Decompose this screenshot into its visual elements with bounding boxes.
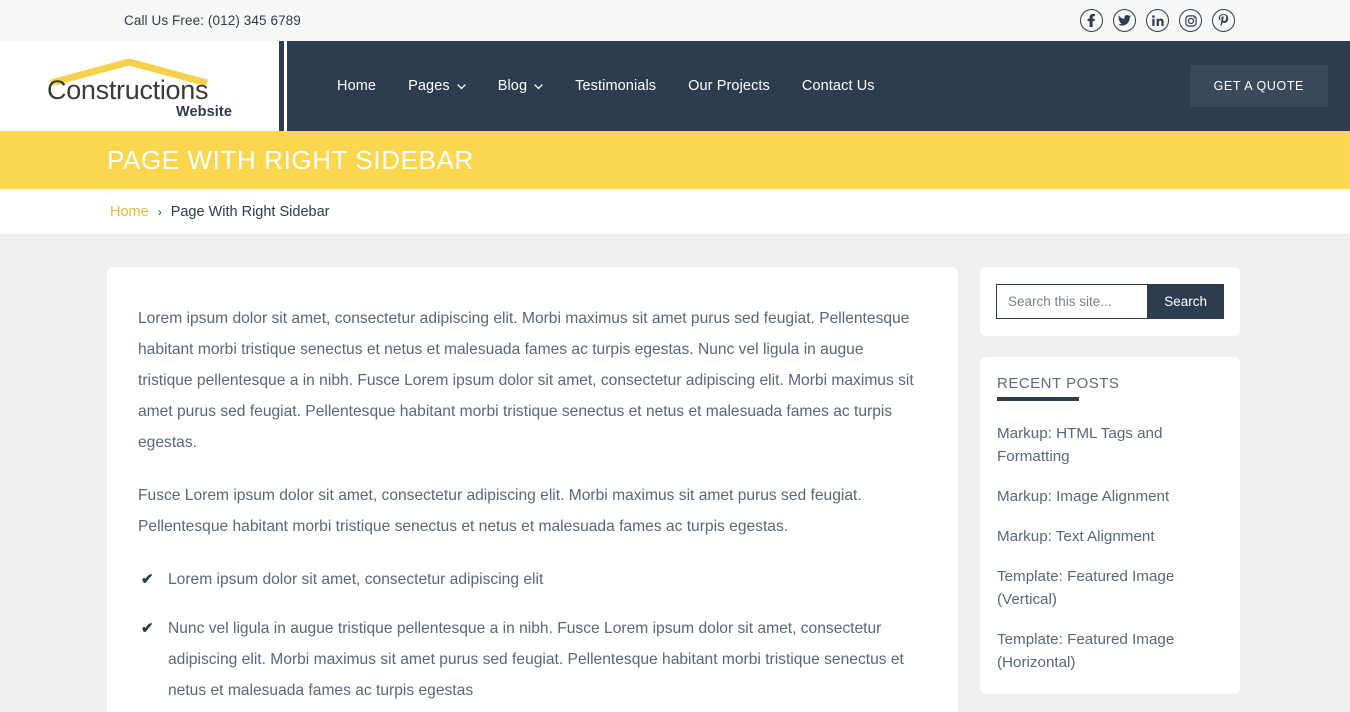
widget-title: RECENT POSTS <box>997 375 1223 401</box>
right-sidebar: Search RECENT POSTS Markup: HTML Tags an… <box>980 267 1240 712</box>
site-header: Constructions Website Home Pages Blog Te… <box>0 41 1350 131</box>
nav-item-blog[interactable]: Blog <box>482 78 559 94</box>
phone-text: Call Us Free: (012) 345 6789 <box>124 13 301 28</box>
pinterest-icon[interactable] <box>1212 9 1235 32</box>
logo-main-text: Constructions <box>47 75 209 105</box>
page-body: Lorem ipsum dolor sit amet, consectetur … <box>0 235 1350 712</box>
nav-label: Pages <box>408 78 450 94</box>
nav-label: Home <box>337 78 377 94</box>
main-navigation: Home Pages Blog Testimonials Our Project… <box>287 41 1350 131</box>
list-item[interactable]: Template: Featured Image (Vertical) <box>997 565 1223 611</box>
search-widget: Search <box>980 267 1240 336</box>
list-item[interactable]: Markup: Image Alignment <box>997 485 1223 508</box>
list-item[interactable]: Template: Featured Image (Horizontal) <box>997 628 1223 674</box>
nav-item-testimonials[interactable]: Testimonials <box>559 78 672 94</box>
list-item: ✔ Nunc vel ligula in augue tristique pel… <box>138 613 920 706</box>
get-a-quote-button[interactable]: GET A QUOTE <box>1189 65 1328 107</box>
breadcrumb-home-link[interactable]: Home <box>110 204 149 220</box>
top-bar: Call Us Free: (012) 345 6789 <box>0 0 1350 41</box>
nav-label: Our Projects <box>688 78 770 94</box>
chevron-down-icon <box>457 84 466 90</box>
nav-item-home[interactable]: Home <box>321 78 392 94</box>
list-item[interactable]: Markup: HTML Tags and Formatting <box>997 422 1223 468</box>
nav-list: Home Pages Blog Testimonials Our Project… <box>321 78 891 94</box>
nav-item-contact-us[interactable]: Contact Us <box>786 78 891 94</box>
logo[interactable]: Constructions Website <box>0 41 279 131</box>
page-title-banner: PAGE WITH RIGHT SIDEBAR <box>0 131 1350 189</box>
check-icon: ✔ <box>141 620 154 637</box>
nav-item-our-projects[interactable]: Our Projects <box>672 78 786 94</box>
facebook-icon[interactable] <box>1080 9 1103 32</box>
search-input[interactable] <box>996 284 1148 319</box>
content-paragraph: Lorem ipsum dolor sit amet, consectetur … <box>138 310 914 451</box>
recent-posts-list: Markup: HTML Tags and Formatting Markup:… <box>997 422 1223 674</box>
check-icon: ✔ <box>141 571 154 588</box>
list-item: ✔ Lorem ipsum dolor sit amet, consectetu… <box>138 564 920 595</box>
page-title: PAGE WITH RIGHT SIDEBAR <box>107 144 474 175</box>
nav-label: Contact Us <box>801 78 875 94</box>
search-button[interactable]: Search <box>1147 284 1224 319</box>
nav-label: Testimonials <box>575 78 657 94</box>
feature-check-list: ✔ Lorem ipsum dolor sit amet, consectetu… <box>138 564 920 712</box>
recent-posts-widget: RECENT POSTS Markup: HTML Tags and Forma… <box>980 357 1240 694</box>
breadcrumb: Home › Page With Right Sidebar <box>0 189 1350 235</box>
list-item[interactable]: Markup: Text Alignment <box>997 525 1223 548</box>
nav-label: Blog <box>497 78 528 94</box>
main-content-card: Lorem ipsum dolor sit amet, consectetur … <box>107 267 958 712</box>
logo-sub-text: Website <box>175 104 232 120</box>
chevron-down-icon <box>534 84 543 90</box>
content-paragraph: Fusce Lorem ipsum dolor sit amet, consec… <box>138 487 862 535</box>
linkedin-icon[interactable] <box>1146 9 1169 32</box>
instagram-icon[interactable] <box>1179 9 1202 32</box>
twitter-icon[interactable] <box>1113 9 1136 32</box>
list-item-label: Lorem ipsum dolor sit amet, consectetur … <box>168 571 544 588</box>
list-item-label: Nunc vel ligula in augue tristique pelle… <box>168 620 904 699</box>
social-links <box>1080 9 1235 32</box>
nav-item-pages[interactable]: Pages <box>392 78 482 94</box>
breadcrumb-separator: › <box>157 204 162 219</box>
breadcrumb-current: Page With Right Sidebar <box>170 203 330 220</box>
